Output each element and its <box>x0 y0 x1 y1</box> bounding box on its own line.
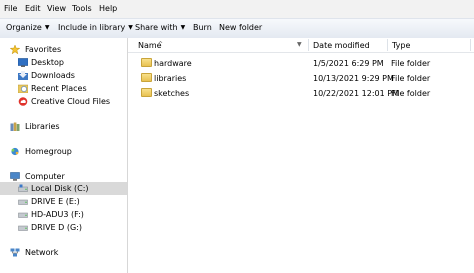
file-name: libraries <box>154 74 187 83</box>
file-date: 1/5/2021 6:29 PM <box>313 59 384 68</box>
file-name: sketches <box>154 89 190 98</box>
drive-icon <box>18 212 28 218</box>
menu-bar: File Edit View Tools Help <box>0 0 474 18</box>
creative-cloud-icon <box>18 97 28 106</box>
chevron-down-icon: ▼ <box>128 24 133 31</box>
include-in-library-button[interactable]: Include in library ▼ <box>58 23 133 32</box>
menu-view[interactable]: View <box>47 4 66 13</box>
table-row[interactable]: hardware 1/5/2021 6:29 PM File folder <box>138 56 474 70</box>
column-date-modified-label: Date modified <box>313 41 370 50</box>
table-row[interactable]: libraries 10/13/2021 9:29 PM File folder <box>138 71 474 85</box>
table-row[interactable]: sketches 10/22/2021 12:01 PM File folder <box>138 86 474 100</box>
nav-recent-places-label: Recent Places <box>31 84 87 93</box>
share-with-label: Share with <box>135 23 178 32</box>
file-type: File folder <box>391 89 431 98</box>
nav-drive-d[interactable]: DRIVE D (G:) <box>0 221 127 234</box>
nav-desktop-label: Desktop <box>31 58 64 67</box>
nav-recent-places[interactable]: Recent Places <box>0 82 127 95</box>
nav-network[interactable]: Network <box>0 246 127 259</box>
recent-places-icon <box>18 84 28 93</box>
nav-homegroup-label: Homegroup <box>25 147 72 156</box>
chevron-down-icon[interactable]: ▼ <box>297 41 302 48</box>
nav-local-disk-label: Local Disk (C:) <box>31 184 89 193</box>
chevron-down-icon: ▼ <box>180 24 186 31</box>
file-name: hardware <box>154 59 192 68</box>
nav-favorites[interactable]: Favorites <box>0 43 127 56</box>
sort-ascending-icon: ^ <box>158 41 164 48</box>
drive-icon <box>18 184 28 192</box>
drive-icon <box>18 225 28 231</box>
column-date-modified[interactable]: Date modified <box>309 38 387 52</box>
nav-network-label: Network <box>25 248 59 257</box>
folder-icon <box>141 73 152 82</box>
new-folder-button[interactable]: New folder <box>219 23 262 32</box>
column-name[interactable]: Name ^ <box>128 38 308 52</box>
nav-hd-adu3[interactable]: HD-ADU3 (F:) <box>0 208 127 221</box>
menu-tools[interactable]: Tools <box>72 4 92 13</box>
nav-drive-d-label: DRIVE D (G:) <box>31 223 82 232</box>
nav-creative-cloud-label: Creative Cloud Files <box>31 97 111 106</box>
chevron-down-icon: ▼ <box>44 24 50 31</box>
desktop-icon <box>18 58 28 67</box>
column-type-label: Type <box>392 41 411 50</box>
organize-label: Organize <box>6 23 42 32</box>
nav-libraries-label: Libraries <box>25 122 60 131</box>
libraries-icon <box>10 122 20 131</box>
nav-drive-e[interactable]: DRIVE E (E:) <box>0 195 127 208</box>
file-list: Name ^ ▼ Date modified Type hardware 1/5… <box>128 38 474 273</box>
nav-computer-label: Computer <box>25 172 65 181</box>
nav-drive-e-label: DRIVE E (E:) <box>31 197 80 206</box>
include-in-library-label: Include in library <box>58 23 126 32</box>
nav-local-disk[interactable]: Local Disk (C:) <box>0 182 127 195</box>
burn-button[interactable]: Burn <box>193 23 212 32</box>
drive-icon <box>18 199 28 205</box>
file-type: File folder <box>391 59 431 68</box>
nav-homegroup[interactable]: Homegroup <box>0 145 127 158</box>
command-bar: Organize ▼ Include in library ▼ Share with… <box>0 18 474 39</box>
organize-button[interactable]: Organize ▼ <box>6 23 49 32</box>
menu-edit[interactable]: Edit <box>25 4 41 13</box>
homegroup-icon <box>11 147 19 156</box>
menu-help[interactable]: Help <box>99 4 117 13</box>
nav-creative-cloud[interactable]: Creative Cloud Files <box>0 95 127 108</box>
file-type: File folder <box>391 74 431 83</box>
folder-icon <box>141 88 152 97</box>
column-header: Name ^ ▼ Date modified Type <box>128 38 474 53</box>
folder-icon <box>141 58 152 67</box>
nav-libraries[interactable]: Libraries <box>0 120 127 133</box>
nav-desktop[interactable]: Desktop <box>0 56 127 69</box>
nav-downloads-label: Downloads <box>31 71 75 80</box>
share-with-button[interactable]: Share with ▼ <box>135 23 185 32</box>
downloads-icon <box>18 71 28 80</box>
computer-icon <box>10 172 20 181</box>
column-type[interactable]: Type <box>388 38 470 52</box>
nav-downloads[interactable]: Downloads <box>0 69 127 82</box>
file-date: 10/22/2021 12:01 PM <box>313 89 399 98</box>
menu-file[interactable]: File <box>4 4 17 13</box>
star-icon <box>10 45 20 54</box>
file-date: 10/13/2021 9:29 PM <box>313 74 394 83</box>
nav-favorites-label: Favorites <box>25 45 62 54</box>
column-separator[interactable] <box>470 39 471 51</box>
network-icon <box>10 248 20 257</box>
nav-hd-adu3-label: HD-ADU3 (F:) <box>31 210 84 219</box>
navigation-pane: Favorites Desktop Downloads Recent Place… <box>0 38 128 273</box>
